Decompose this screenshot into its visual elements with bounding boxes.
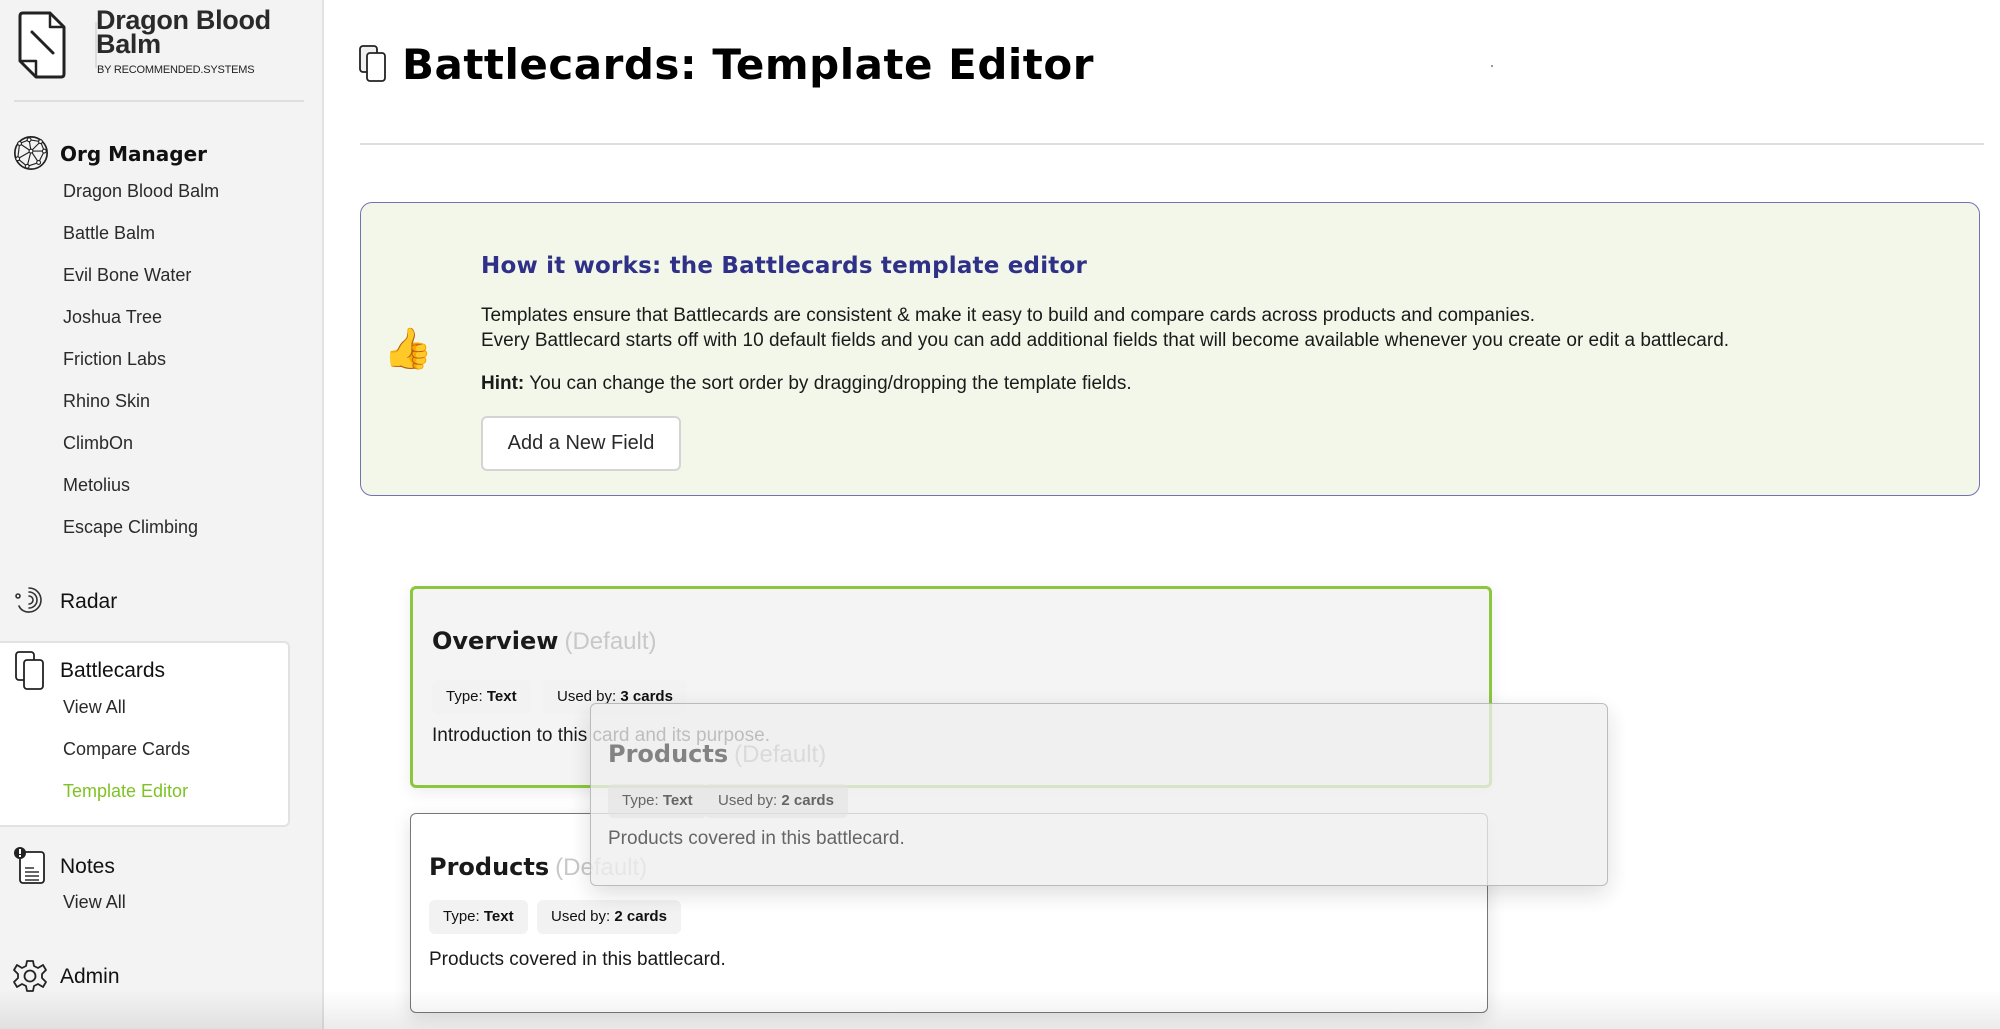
org-item-rhino-skin[interactable]: Rhino Skin	[63, 391, 150, 412]
field-usage-badge: Used by: 2 cards	[537, 900, 681, 934]
brand[interactable]: Dragon Blood Balm BY RECOMMENDED.SYSTEMS	[14, 5, 304, 102]
org-item-evil-bone-water[interactable]: Evil Bone Water	[63, 265, 191, 286]
field-title: Products(Default)	[608, 740, 826, 769]
thumbs-up-icon: 👍	[383, 327, 433, 371]
org-item-joshua-tree[interactable]: Joshua Tree	[63, 307, 162, 328]
nav-notes[interactable]: Notes	[60, 855, 115, 879]
used-label: Used by:	[718, 792, 782, 809]
info-hint: Hint: You can change the sort order by d…	[481, 373, 1132, 395]
field-name: Products	[429, 853, 550, 881]
battlecards-compare-cards[interactable]: Compare Cards	[63, 739, 190, 760]
org-item-climbon[interactable]: ClimbOn	[63, 433, 133, 454]
info-description: Templates ensure that Battlecards are co…	[481, 303, 1729, 353]
hint-label: Hint:	[481, 373, 525, 394]
gear-icon	[13, 960, 47, 992]
cards-icon	[15, 651, 44, 690]
org-item-friction-labs[interactable]: Friction Labs	[63, 349, 166, 370]
battlecards-view-all[interactable]: View All	[63, 697, 126, 718]
type-value: Text	[483, 908, 514, 925]
field-type-badge: Type: Text	[608, 784, 707, 818]
org-item-escape-climbing[interactable]: Escape Climbing	[63, 517, 198, 538]
field-name: Products	[608, 740, 729, 768]
brand-name: Dragon Blood Balm	[96, 5, 271, 59]
nav-battlecards[interactable]: Battlecards	[60, 659, 165, 683]
field-default-label: (Default)	[734, 741, 827, 768]
org-item-battle-balm[interactable]: Battle Balm	[63, 223, 155, 244]
how-it-works-panel: 👍 How it works: the Battlecards template…	[360, 202, 1980, 496]
type-label: Type:	[622, 792, 663, 809]
info-title: How it works: the Battlecards template e…	[481, 253, 1088, 279]
add-new-field-button[interactable]: Add a New Field	[481, 416, 681, 471]
info-line-1: Templates ensure that Battlecards are co…	[481, 305, 1535, 326]
hint-text: You can change the sort order by draggin…	[524, 373, 1132, 394]
nav-radar[interactable]: Radar	[60, 590, 117, 614]
notes-alert-icon	[14, 847, 45, 884]
used-label: Used by:	[551, 908, 615, 925]
dragging-field-ghost[interactable]: Products (Default) Type: Text Used by: 2 …	[590, 703, 1608, 886]
battlecards-template-editor[interactable]: Template Editor	[63, 781, 188, 802]
field-name: Overview	[432, 627, 559, 655]
brand-subtitle: BY RECOMMENDED.SYSTEMS	[97, 64, 255, 76]
app: Dragon Blood Balm BY RECOMMENDED.SYSTEMS…	[0, 0, 2000, 1029]
field-type-badge: Type: Text	[429, 900, 528, 934]
used-value: 2 cards	[781, 792, 834, 809]
main-content: Battlecards: Template Editor 👍 How it wo…	[326, 0, 2000, 1029]
info-line-2: Every Battlecard starts off with 10 defa…	[481, 330, 1730, 351]
field-description: Products covered in this battlecard.	[608, 828, 905, 849]
sidebar: Dragon Blood Balm BY RECOMMENDED.SYSTEMS…	[0, 0, 324, 1029]
field-default-label: (Default)	[564, 628, 657, 655]
title-divider	[360, 143, 1984, 145]
nav-admin[interactable]: Admin	[60, 965, 120, 989]
network-globe-icon	[13, 135, 49, 171]
used-value: 2 cards	[614, 908, 667, 925]
decorative-dot	[1491, 65, 1493, 67]
type-value: Text	[662, 792, 693, 809]
field-description: Products covered in this battlecard.	[429, 949, 726, 970]
type-label: Type:	[446, 688, 487, 705]
page-title: Battlecards: Template Editor	[402, 40, 1094, 89]
notes-view-all[interactable]: View All	[63, 892, 126, 913]
cards-icon	[359, 45, 386, 82]
type-value: Text	[486, 688, 517, 705]
type-label: Type:	[443, 908, 484, 925]
org-item-metolius[interactable]: Metolius	[63, 475, 130, 496]
field-title: Overview (Default)	[432, 627, 657, 656]
nav-org-manager[interactable]: Org Manager	[60, 142, 207, 166]
field-type-badge: Type: Text	[432, 680, 531, 714]
org-item-dragon-blood-balm[interactable]: Dragon Blood Balm	[63, 181, 219, 202]
field-usage-badge: Used by: 2 cards	[704, 784, 848, 818]
document-icon	[18, 11, 66, 79]
radar-icon	[15, 587, 42, 613]
